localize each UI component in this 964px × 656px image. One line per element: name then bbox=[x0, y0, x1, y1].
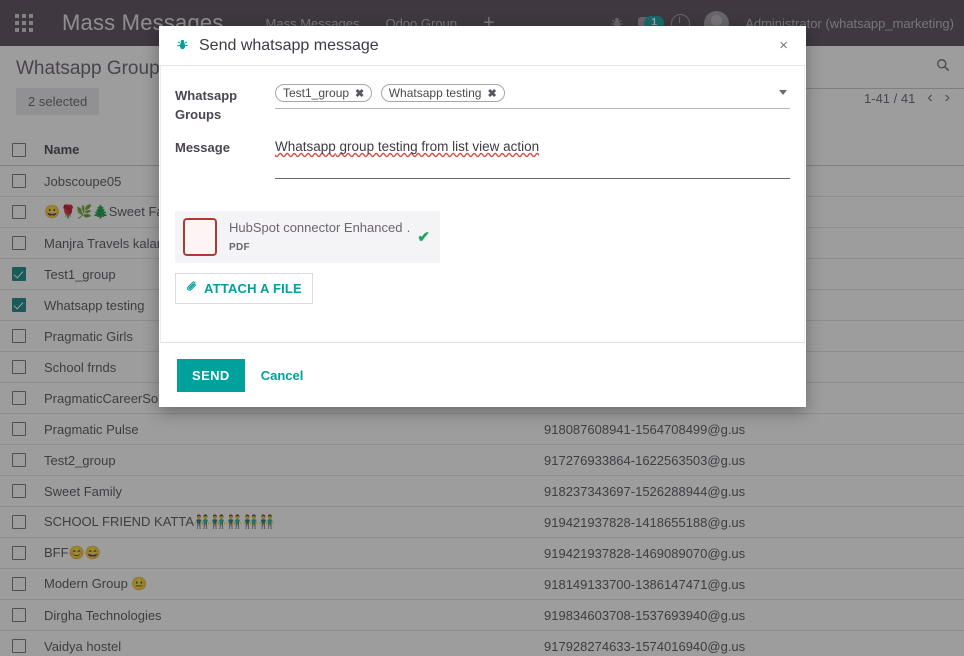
message-field-wrap: Whatsapp group testing from list view ac… bbox=[275, 136, 790, 179]
attachment-name: HubSpot connector Enhanced … bbox=[229, 220, 412, 235]
message-input[interactable]: Whatsapp group testing from list view ac… bbox=[275, 136, 790, 179]
send-button[interactable]: SEND bbox=[177, 358, 245, 392]
send-whatsapp-dialog: Send whatsapp message × Whatsapp Groups … bbox=[159, 26, 806, 407]
message-label: Message bbox=[175, 140, 230, 155]
tag-chip[interactable]: Test1_group ✖ bbox=[275, 84, 373, 102]
attachment-card[interactable]:  HubSpot connector Enhanced … PDF ✔ bbox=[175, 211, 440, 263]
attach-a-file-button[interactable]: ATTACH A FILE bbox=[175, 273, 313, 304]
whatsapp-groups-row: Whatsapp Groups Test1_group ✖ Whatsapp t… bbox=[175, 84, 790, 124]
pdf-file-icon:  bbox=[183, 218, 217, 256]
attachment-type: PDF bbox=[229, 242, 250, 253]
pdf-glyph:  bbox=[192, 226, 208, 248]
close-icon[interactable]: × bbox=[775, 35, 792, 56]
dialog-sheet: Whatsapp Groups Test1_group ✖ Whatsapp t… bbox=[160, 66, 805, 343]
message-rest-text: group testing from list view action bbox=[335, 139, 540, 154]
cancel-button[interactable]: Cancel bbox=[253, 359, 312, 392]
check-icon: ✔ bbox=[417, 229, 430, 246]
tag-label: Test1_group bbox=[283, 86, 350, 100]
dialog-header: Send whatsapp message × bbox=[159, 26, 806, 66]
message-row: Message Whatsapp group testing from list… bbox=[175, 136, 790, 179]
message-misspelled-word: Whatsapp bbox=[275, 139, 336, 154]
attachments-section:  HubSpot connector Enhanced … PDF ✔ bbox=[175, 211, 790, 304]
app-root: Mass Messages Mass Messages Odoo Group +… bbox=[0, 0, 964, 656]
attach-a-file-label: ATTACH A FILE bbox=[204, 281, 302, 296]
attachment-meta: HubSpot connector Enhanced … PDF bbox=[229, 219, 411, 255]
dialog-footer: SEND Cancel bbox=[159, 343, 806, 407]
whatsapp-groups-label: Whatsapp Groups bbox=[175, 88, 238, 122]
dialog-body: Whatsapp Groups Test1_group ✖ Whatsapp t… bbox=[159, 66, 806, 343]
whatsapp-groups-input[interactable]: Test1_group ✖ Whatsapp testing ✖ bbox=[275, 84, 790, 109]
bug-icon bbox=[176, 38, 189, 53]
chevron-down-icon[interactable] bbox=[779, 90, 787, 95]
message-text: Whatsapp group testing from list view ac… bbox=[275, 136, 790, 156]
dialog-title: Send whatsapp message bbox=[199, 36, 379, 54]
tag-remove-icon[interactable]: ✖ bbox=[487, 87, 496, 100]
tag-chip[interactable]: Whatsapp testing ✖ bbox=[380, 84, 505, 102]
tag-label: Whatsapp testing bbox=[388, 86, 482, 100]
tag-remove-icon[interactable]: ✖ bbox=[355, 87, 364, 100]
whatsapp-groups-field-wrap: Test1_group ✖ Whatsapp testing ✖ bbox=[275, 84, 790, 109]
paperclip-icon bbox=[186, 281, 198, 296]
